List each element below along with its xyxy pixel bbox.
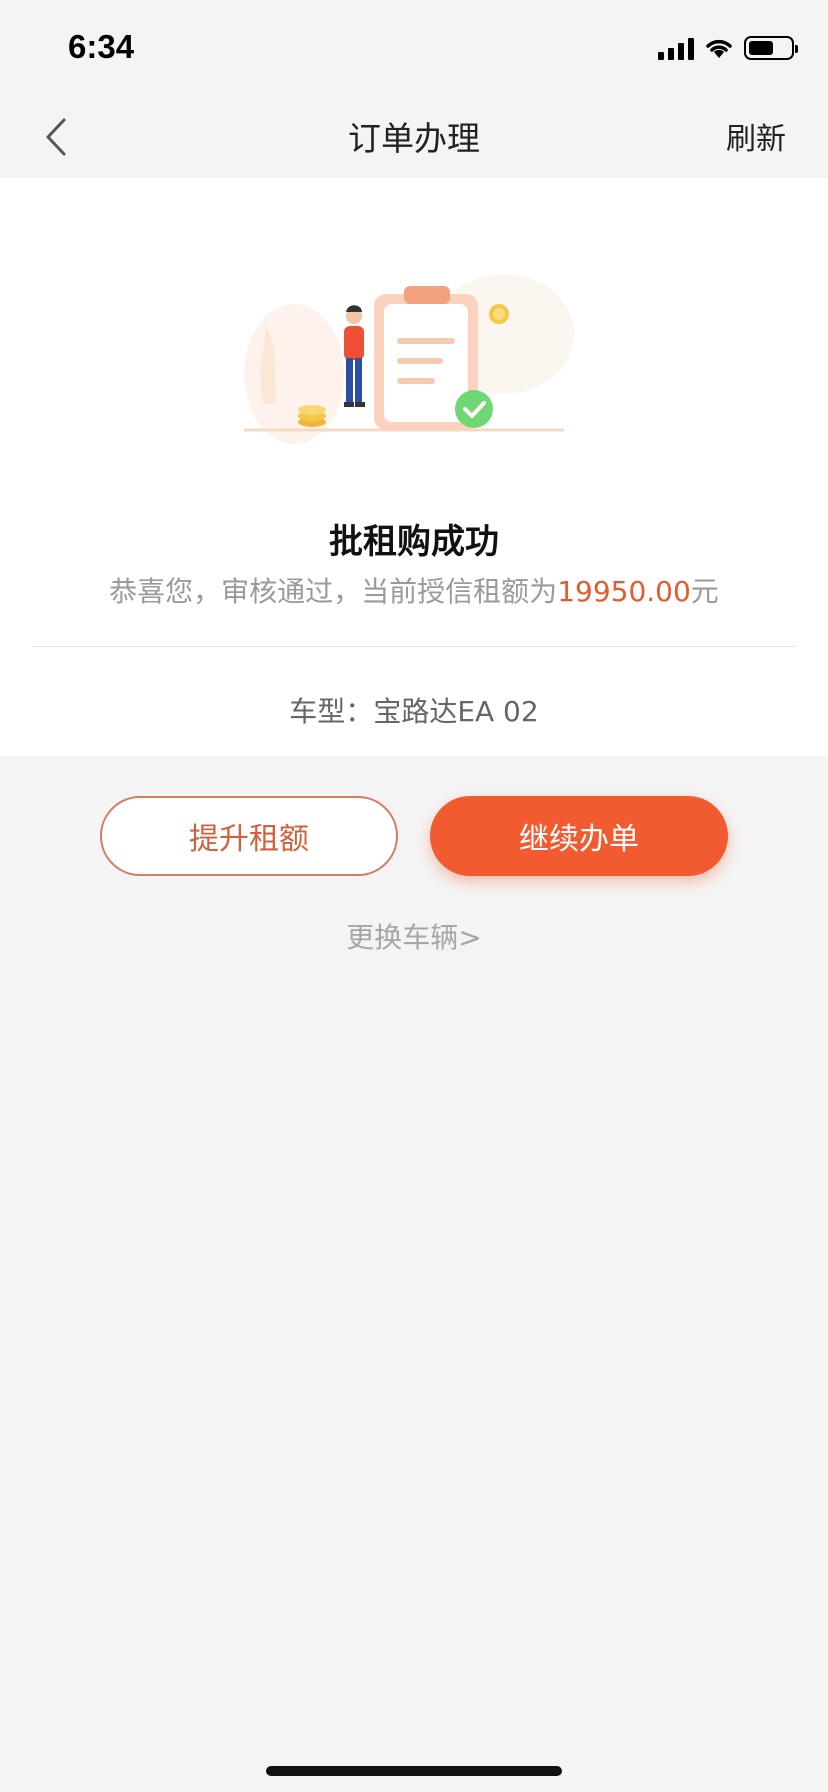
result-description: 恭喜您，审核通过，当前授信租额为19950.00元 (0, 570, 828, 610)
result-title: 批租购成功 (329, 522, 499, 562)
credit-amount: 19950.00 (557, 575, 691, 608)
status-icons (658, 36, 798, 60)
raise-limit-button[interactable]: 提升租额 (100, 796, 398, 876)
home-indicator[interactable] (266, 1766, 562, 1776)
change-vehicle-link[interactable]: 更换车辆> (0, 916, 828, 956)
battery-icon (744, 36, 798, 60)
description-text: 恭喜您，审核通过，当前授信租额为 (109, 575, 558, 608)
navigation-bar: 订单办理 刷新 (0, 96, 828, 178)
refresh-button[interactable]: 刷新 (726, 114, 786, 158)
result-card: 批租购成功 恭喜您，审核通过，当前授信租额为19950.00元 车型：宝路达EA… (0, 178, 828, 756)
car-model-label: 车型： (289, 695, 374, 728)
wifi-icon (706, 39, 732, 58)
continue-order-button[interactable]: 继续办单 (430, 796, 728, 876)
car-model-value: 宝路达EA 02 (373, 695, 539, 728)
currency-unit: 元 (690, 575, 719, 608)
divider (32, 646, 796, 647)
page-title: 订单办理 (348, 119, 480, 158)
status-time: 6:34 (68, 28, 135, 65)
cellular-signal-icon (658, 36, 694, 60)
car-model-info: 车型：宝路达EA 02 (0, 690, 828, 730)
status-bar: 6:34 (0, 0, 828, 96)
approval-illustration (244, 274, 574, 444)
